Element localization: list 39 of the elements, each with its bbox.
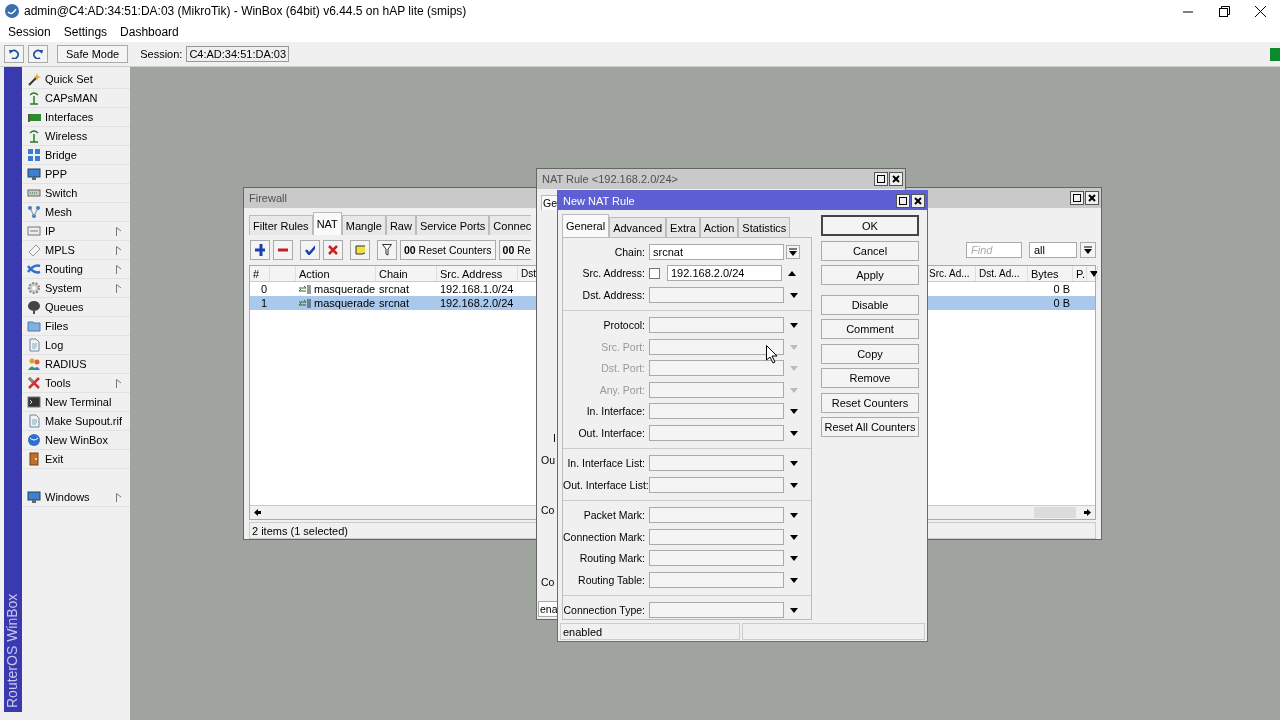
table-cell-text: srcnat [378, 296, 410, 310]
table-cell-text: 0 B [1052, 296, 1071, 310]
table-cell-text: 0 [259, 282, 268, 296]
table-cell-text: 192.168.2.0/24 [439, 296, 515, 310]
field-label: Routing Table: [577, 573, 646, 586]
table-cell-text: 192.168.1.0/24 [439, 282, 515, 296]
window-title: NAT Rule <192.168.2.0/24> [542, 173, 678, 185]
session-label: Session: [140, 48, 183, 60]
field-label: Src. Port: [600, 340, 646, 353]
window-title: admin@C4:AD:34:51:DA:03 (MikroTik) - WinBox (64bit) v6.44.5 on hAP lite (smips) [24, 4, 467, 18]
window-title: Firewall [249, 192, 287, 204]
table-cell: masquerade [296, 282, 376, 296]
table-cell-text: 0 B [1052, 282, 1071, 296]
field-label: Any. Port: [598, 383, 646, 396]
field-label: Out. Interface: [577, 426, 646, 439]
field-label: Co [541, 504, 555, 516]
field-label: Src. Address: [581, 267, 646, 280]
window-title: New NAT Rule [563, 194, 635, 207]
status-text: ena [538, 601, 558, 617]
field-label: Out. Interface List: [563, 478, 649, 491]
field-label: Dst. Address: [581, 288, 646, 301]
field-label: Packet Mark: [582, 509, 646, 522]
field-label: In. Interface List: [566, 457, 646, 470]
field-label: In. Interface: [585, 405, 646, 418]
brand-label: RouterOS WinBox [4, 593, 20, 708]
field-label: Dst. Port: [600, 362, 646, 375]
field-label: Chain: [613, 245, 646, 258]
field-label: Co [541, 576, 555, 588]
table-cell-text: srcnat [378, 282, 410, 296]
status-text: 2 items (1 selected) [252, 524, 348, 537]
table-cell-text: 1 [259, 296, 268, 310]
field-label: Ou [541, 454, 555, 466]
status-text: enabled [560, 623, 740, 640]
field-label: Connection Mark: [563, 530, 647, 543]
field-label: Connection Type: [563, 604, 646, 617]
field-label: Protocol: [602, 319, 646, 332]
field-label: I [553, 432, 556, 444]
table-cell: masquerade [296, 296, 376, 310]
field-label: Routing Mark: [578, 552, 646, 565]
